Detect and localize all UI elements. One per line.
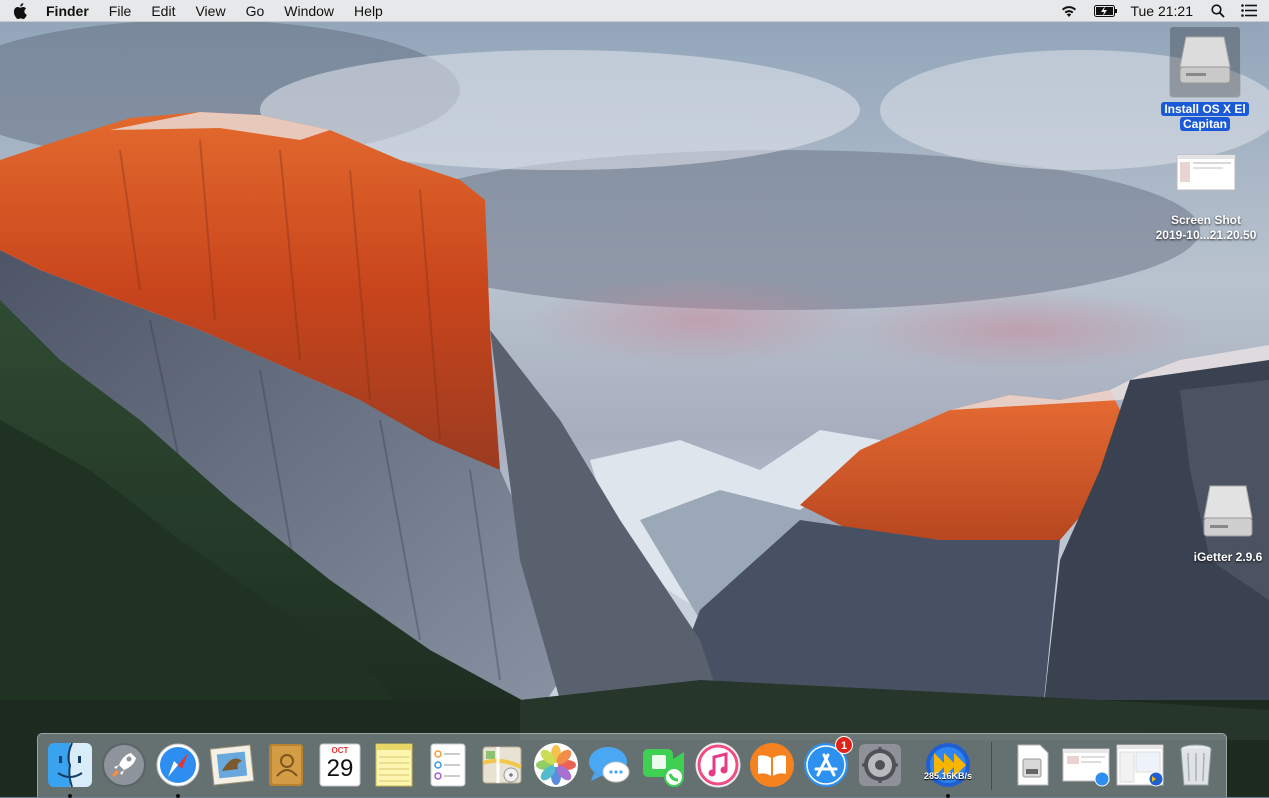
desktop-icon-label: Install OS X El [1161,102,1249,116]
menu-edit[interactable]: Edit [141,0,185,22]
itunes-icon [695,742,741,788]
calendar-month: OCT [331,746,349,755]
dock-reminders[interactable] [424,741,472,789]
messages-icon [589,747,630,783]
running-indicator [176,794,180,798]
dock-ibooks[interactable] [748,741,796,789]
trash-icon [1180,744,1212,786]
dock-system-preferences[interactable] [856,741,904,789]
running-indicator [68,794,72,798]
dock: OCT 29 1 285.16KB/s [37,733,1227,798]
desktop-wallpaper [0,0,1269,797]
menu-file[interactable]: File [99,0,142,22]
mail-icon [209,744,255,786]
dock-facetime[interactable] [640,741,688,789]
reminders-icon [430,743,466,787]
facetime-icon [643,749,684,787]
wifi-icon[interactable] [1052,0,1086,22]
safari-icon [156,743,200,787]
disk-image-icon [1198,480,1258,544]
menu-help[interactable]: Help [344,0,393,22]
desktop-icon-label: 2019-10...21.20.50 [1155,228,1257,242]
apple-menu-icon[interactable] [0,2,40,19]
dock-photos[interactable] [532,741,580,789]
menu-app-name[interactable]: Finder [40,0,99,22]
desktop-icon-screenshot[interactable]: Screen Shot 2019-10...21.20.50 [1145,153,1267,243]
desktop-icon-label: Capitan [1179,117,1230,131]
launchpad-icon [102,743,146,787]
notes-icon [375,743,413,787]
dock-messages[interactable] [586,741,634,789]
dock-documents-stack[interactable] [1062,741,1110,789]
dock-screenshots-stack[interactable] [1116,741,1164,789]
app-store-badge: 1 [835,736,853,754]
finder-icon [48,742,92,788]
screenshot-thumbnail-icon [1176,153,1236,193]
desktop-icon-label: iGetter 2.9.6 [1193,550,1263,564]
dock-downloads-stack[interactable] [1008,741,1056,789]
dock-contacts[interactable] [262,741,310,789]
battery-charging-icon[interactable] [1086,0,1126,22]
downloads-stack-icon [1017,744,1049,786]
calendar-day: 29 [326,755,354,782]
dock-igetter[interactable]: 285.16KB/s [924,741,973,798]
dock-launchpad[interactable] [100,741,148,789]
dock-itunes[interactable] [694,741,742,789]
running-indicator [946,794,950,798]
dock-mail[interactable] [208,741,256,789]
screenshot-stack-icon [1116,744,1164,787]
igetter-icon [926,743,970,787]
menu-bar: Finder File Edit View Go Window Help Tue… [0,0,1269,22]
dock-maps[interactable] [478,741,526,789]
desktop-icon-label: Screen Shot [1170,213,1242,227]
ibooks-icon [750,743,794,787]
dock-safari[interactable] [154,741,202,798]
contacts-icon [269,744,303,786]
photos-icon [534,743,578,787]
dock-app-store[interactable]: 1 [802,736,853,789]
desktop-icon-install-os-x[interactable]: Install OS X El Capitan [1155,26,1255,132]
dock-separator [991,742,992,790]
notification-center-icon[interactable] [1233,0,1269,22]
menu-window[interactable]: Window [274,0,344,22]
dock-trash[interactable] [1172,741,1220,789]
dock-finder[interactable] [46,741,94,798]
menu-clock[interactable]: Tue 21:21 [1126,3,1203,19]
external-drive-icon [1169,26,1241,98]
desktop-icon-igetter[interactable]: iGetter 2.9.6 [1180,480,1269,565]
menu-go[interactable]: Go [236,0,275,22]
document-stack-icon [1062,748,1110,787]
dock-notes[interactable] [370,741,418,789]
dock-calendar[interactable]: OCT 29 [316,741,364,789]
system-preferences-icon [859,744,901,786]
spotlight-icon[interactable] [1203,0,1233,22]
download-speed-label: 285.16KB/s [924,771,973,781]
menu-view[interactable]: View [185,0,235,22]
maps-icon [482,746,522,784]
